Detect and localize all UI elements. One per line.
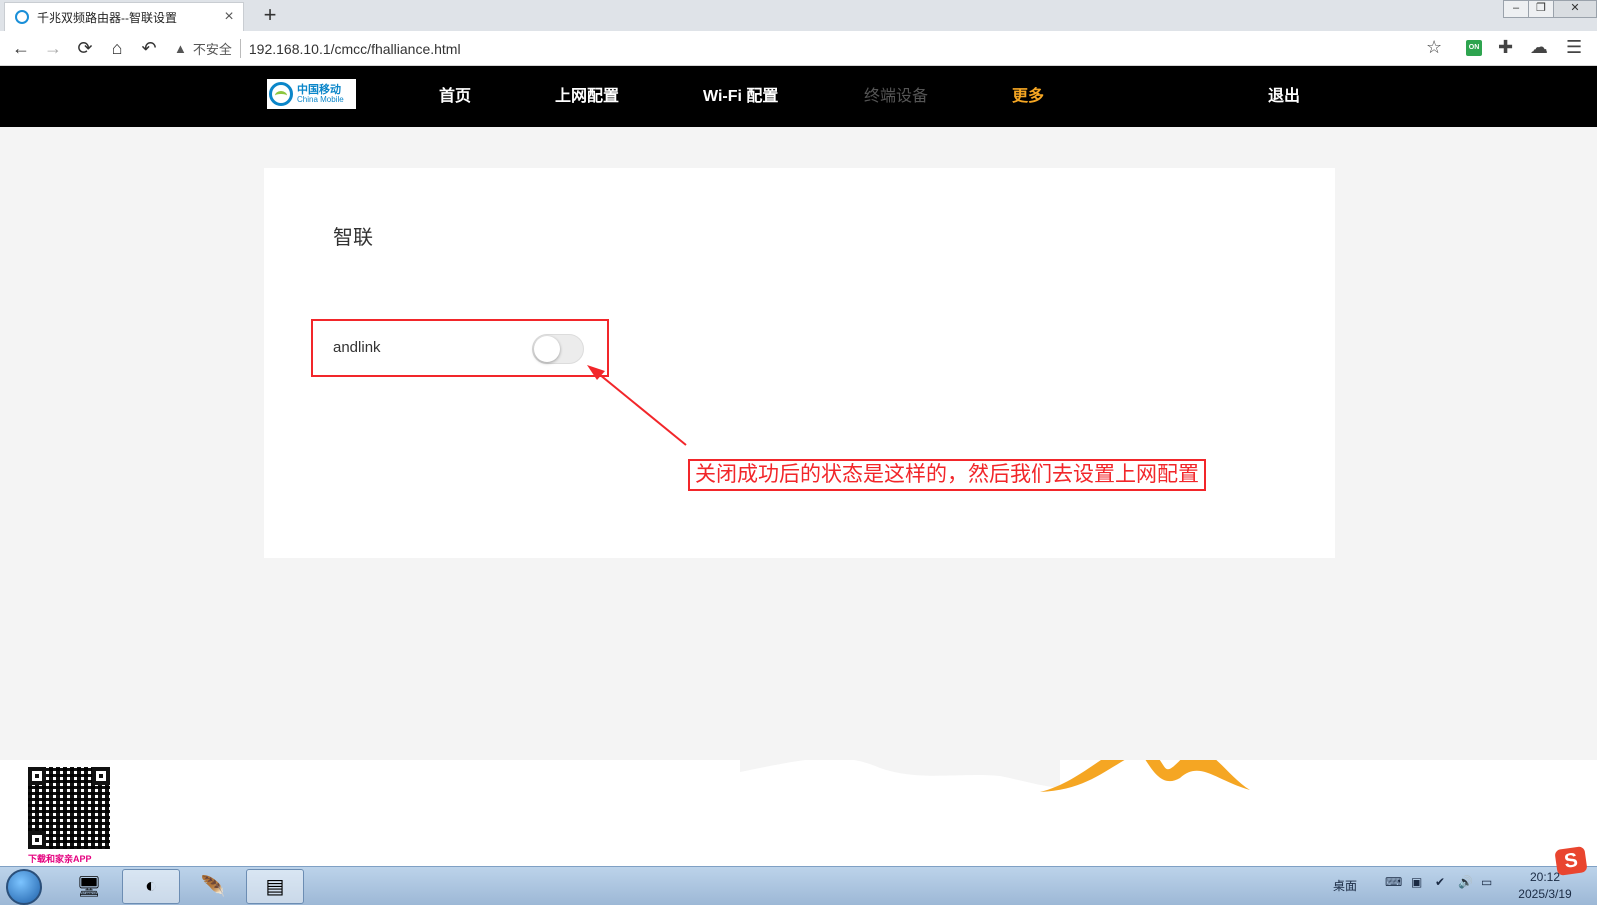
nav-wifi-config[interactable]: Wi-Fi 配置 bbox=[703, 66, 778, 127]
puzzle-icon[interactable]: ✚ bbox=[1498, 37, 1513, 58]
router-favicon-icon bbox=[15, 10, 29, 24]
reload-icon[interactable]: ⟳ bbox=[74, 37, 96, 59]
andlink-label: andlink bbox=[333, 339, 381, 356]
computer-app-icon[interactable]: 🖥 bbox=[60, 869, 118, 904]
extension-on-icon[interactable]: ON bbox=[1466, 40, 1482, 56]
back-icon[interactable]: ← bbox=[10, 37, 32, 59]
nav-more[interactable]: 更多 bbox=[1012, 66, 1044, 127]
address-bar[interactable]: ▲ 不安全 192.168.10.1/cmcc/fhalliance.html bbox=[174, 35, 1441, 62]
menu-icon[interactable]: ☰ bbox=[1566, 37, 1582, 58]
security-shield-icon[interactable]: ✔ bbox=[1435, 875, 1445, 889]
forward-icon[interactable]: → bbox=[42, 37, 64, 59]
minimize-icon[interactable]: – bbox=[1503, 0, 1529, 18]
window-controls: – ❐ ✕ bbox=[1503, 0, 1597, 18]
window-close-icon[interactable]: ✕ bbox=[1553, 0, 1597, 18]
swimmer-logo-icon bbox=[1040, 760, 1250, 792]
qr-caption: 下载和家亲APP bbox=[28, 854, 92, 864]
nav-internet-config[interactable]: 上网配置 bbox=[555, 66, 619, 127]
logo-en: China Mobile bbox=[297, 94, 344, 104]
windows-taskbar: 🖥 ◐ 🪶 ▤ 桌面 ⌨ ▣ ✔ 🔊 ▭ 20:12 2025/3/19 bbox=[0, 866, 1597, 905]
browser-tab[interactable]: 千兆双频路由器--智联设置 × bbox=[4, 2, 244, 31]
nav-home[interactable]: 首页 bbox=[439, 66, 471, 127]
browser-tab-bar: 千兆双频路由器--智联设置 × + – ❐ ✕ bbox=[0, 0, 1597, 31]
nav-logout[interactable]: 退出 bbox=[1268, 66, 1300, 127]
andlink-toggle[interactable] bbox=[532, 334, 584, 364]
footer-decoration bbox=[740, 760, 1250, 792]
new-tab-button[interactable]: + bbox=[258, 2, 282, 28]
monitor-icon[interactable]: ▣ bbox=[1411, 875, 1422, 889]
page-footer: 下载和家亲APP bbox=[0, 760, 1597, 868]
undo-icon[interactable]: ↶ bbox=[138, 37, 160, 59]
logo-cn: 中国移动 bbox=[297, 83, 341, 96]
desktop-toolbar-label[interactable]: 桌面 bbox=[1333, 877, 1357, 894]
security-label: 不安全 bbox=[193, 39, 241, 58]
star-icon[interactable]: ☆ bbox=[1426, 37, 1442, 58]
feather-app-icon[interactable]: 🪶 bbox=[184, 869, 242, 904]
home-icon[interactable]: ⌂ bbox=[106, 37, 128, 59]
china-mobile-logo-icon bbox=[269, 82, 293, 106]
router-header: 中国移动 China Mobile 首页 上网配置 Wi-Fi 配置 终端设备 … bbox=[0, 66, 1597, 127]
qr-code[interactable] bbox=[28, 767, 110, 849]
andlink-row-highlight: andlink bbox=[311, 319, 609, 377]
browser-toolbar: ← → ⟳ ⌂ ↶ ▲ 不安全 192.168.10.1/cmcc/fhalli… bbox=[0, 31, 1597, 66]
settings-card: 智联 andlink bbox=[264, 168, 1335, 558]
cloud-download-icon[interactable]: ☁ bbox=[1530, 37, 1548, 58]
browser-app-icon[interactable]: ◐ bbox=[122, 869, 180, 904]
keyboard-icon[interactable]: ⌨ bbox=[1385, 875, 1402, 889]
sogou-ime-icon[interactable]: S bbox=[1554, 846, 1588, 876]
page-title: 智联 bbox=[333, 227, 373, 249]
tab-close-icon[interactable]: × bbox=[221, 8, 237, 26]
toggle-knob[interactable] bbox=[534, 336, 560, 362]
restore-icon[interactable]: ❐ bbox=[1528, 0, 1554, 18]
notepad-app-icon[interactable]: ▤ bbox=[246, 869, 304, 904]
volume-icon[interactable]: 🔊 bbox=[1458, 875, 1473, 889]
tab-title: 千兆双频路由器--智联设置 bbox=[37, 10, 177, 25]
warning-icon: ▲ bbox=[174, 41, 187, 56]
start-button-icon[interactable] bbox=[6, 869, 42, 905]
clock-date: 2025/3/19 bbox=[1518, 887, 1572, 901]
annotation-callout: 关闭成功后的状态是这样的，然后我们去设置上网配置 bbox=[688, 459, 1206, 491]
url-text[interactable]: 192.168.10.1/cmcc/fhalliance.html bbox=[249, 41, 461, 57]
nav-terminal-devices[interactable]: 终端设备 bbox=[864, 66, 928, 127]
china-mobile-logo[interactable]: 中国移动 China Mobile bbox=[267, 79, 356, 109]
network-icon[interactable]: ▭ bbox=[1481, 875, 1492, 889]
